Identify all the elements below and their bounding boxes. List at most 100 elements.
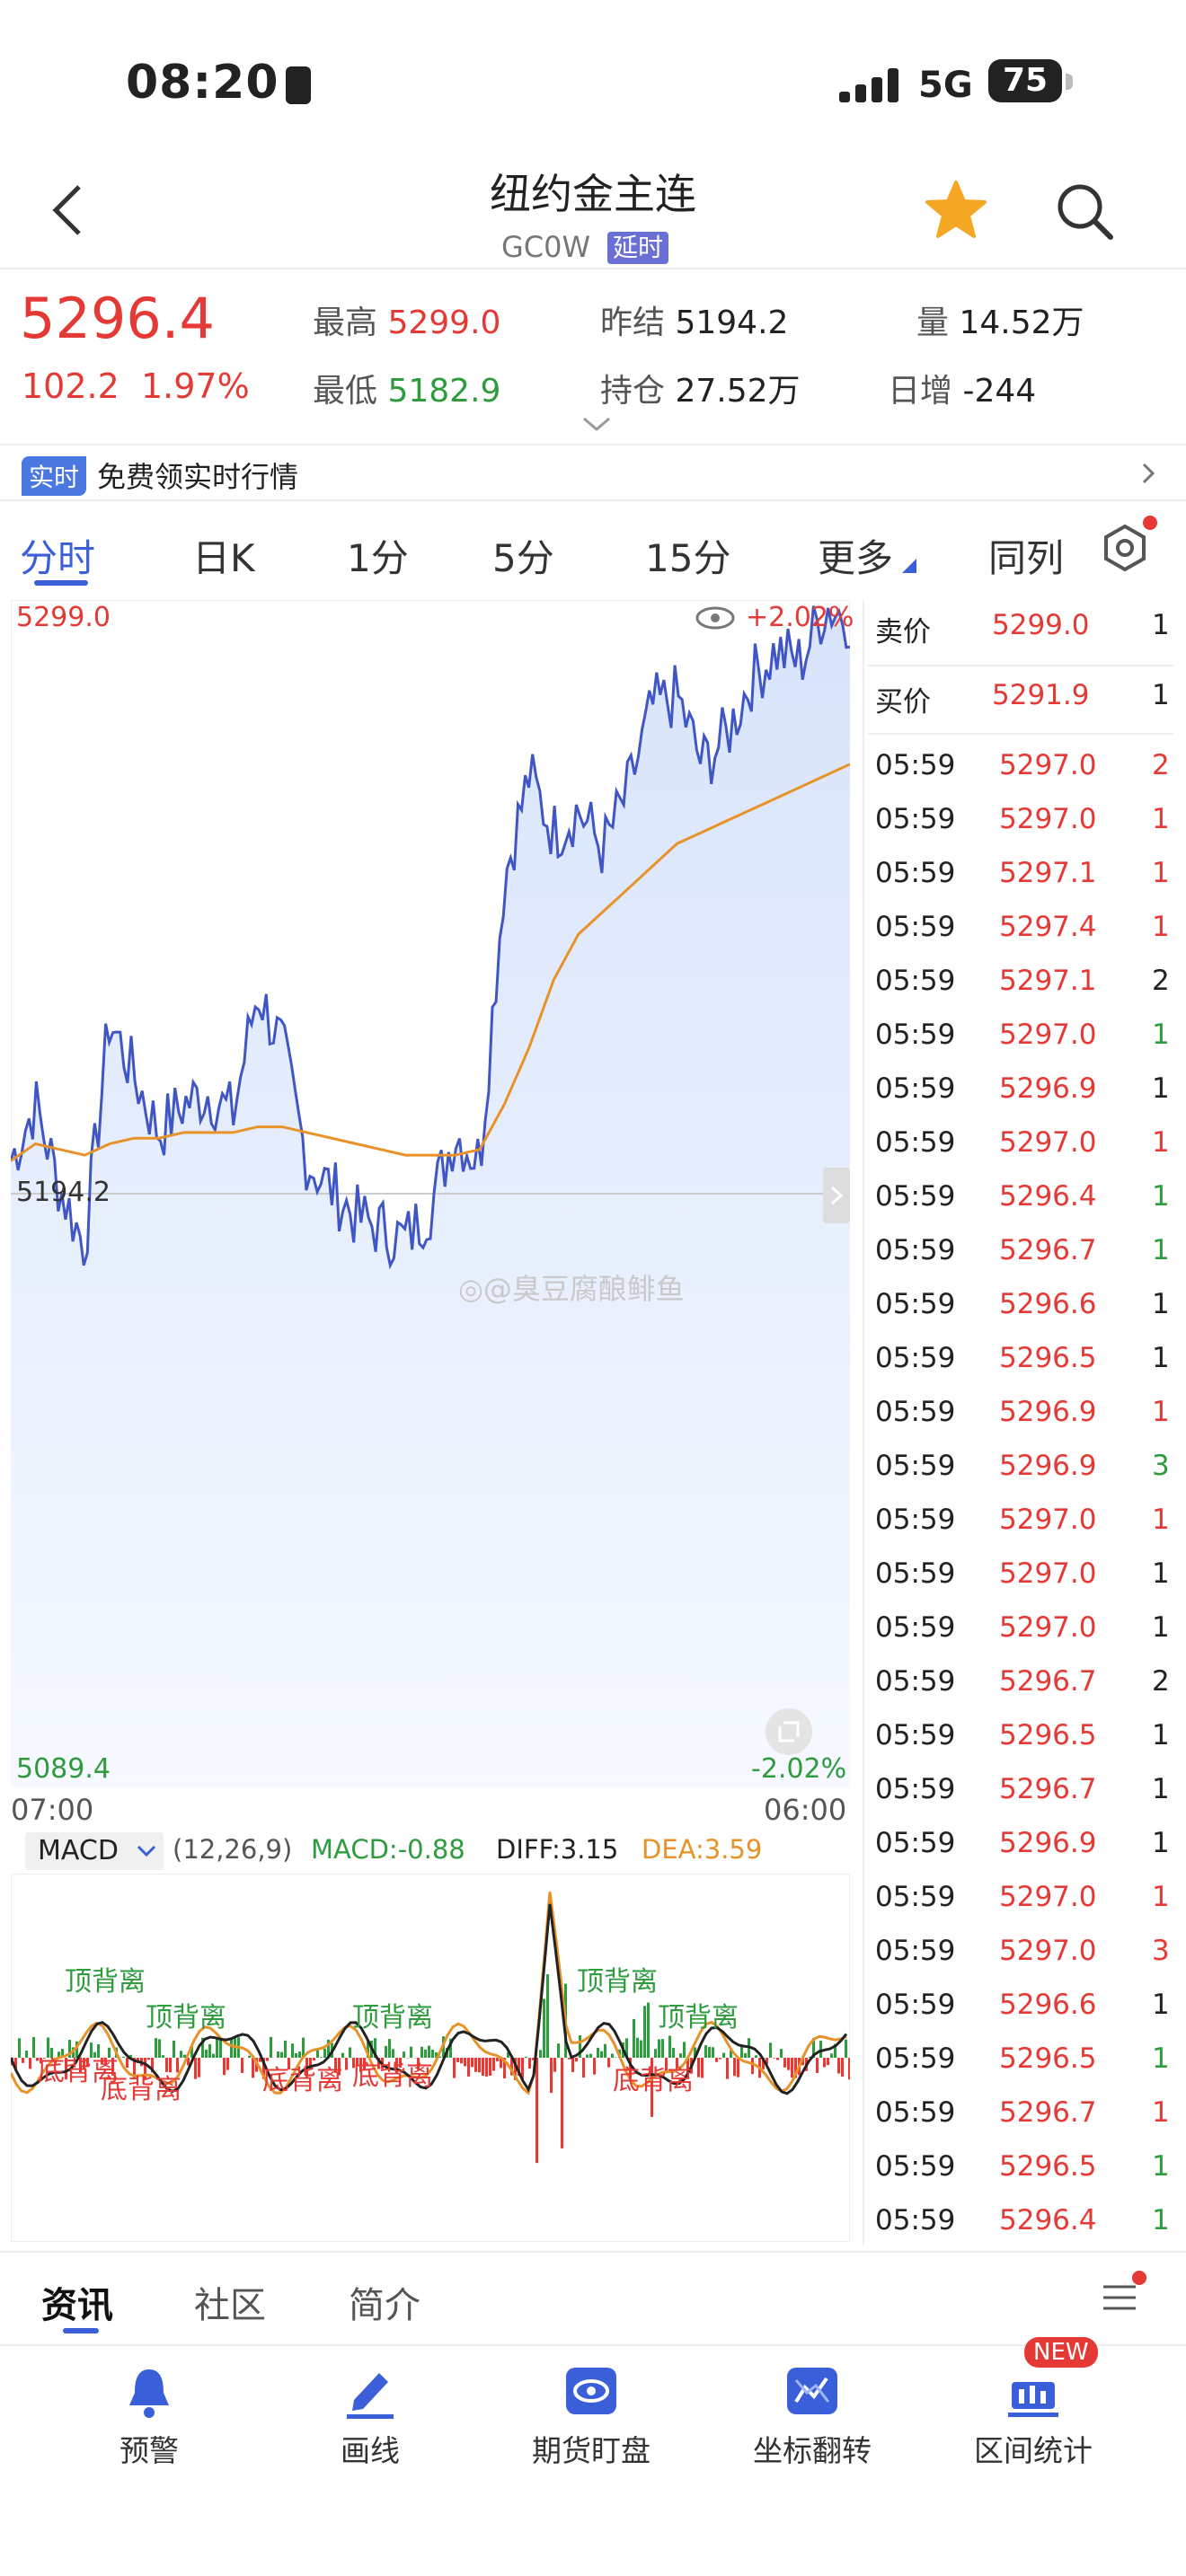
tick-qty: 1 <box>1152 1019 1170 1051</box>
tick-row: 05:59 5297.0 1 <box>873 803 1179 857</box>
macd-selector[interactable]: MACD <box>25 1832 164 1870</box>
search-button[interactable] <box>1053 180 1116 243</box>
tab-more[interactable]: 更多 <box>818 528 893 583</box>
macd-bar <box>460 2058 463 2064</box>
macd-bar <box>701 2058 704 2078</box>
tab-15min[interactable]: 15分 <box>645 528 730 583</box>
fullscreen-button[interactable] <box>766 1708 812 1755</box>
expand-chart-button[interactable] <box>823 1168 850 1223</box>
macd-bar <box>230 2038 233 2058</box>
tick-time: 05:59 <box>875 1935 956 1967</box>
tab-intraday[interactable]: 分时 <box>20 528 95 583</box>
tab-1min[interactable]: 1分 <box>347 528 409 583</box>
divergence-label: 顶背离 <box>658 2002 739 2033</box>
macd-bar <box>277 2051 279 2058</box>
macd-bar <box>482 2058 484 2077</box>
dropdown-triangle-icon <box>902 559 916 573</box>
tab-community[interactable]: 社区 <box>194 2276 266 2328</box>
nav-draw[interactable]: 画线 <box>280 2373 460 2470</box>
nav-flip[interactable]: 坐标翻转 <box>722 2368 902 2470</box>
macd-bar <box>313 2058 315 2061</box>
macd-bar <box>589 2053 592 2058</box>
macd-bar <box>320 2057 323 2058</box>
chart-bottom-pct: -2.02% <box>751 1753 847 1785</box>
time-end: 06:00 <box>764 1793 847 1827</box>
macd-bar <box>122 2056 125 2058</box>
intraday-chart[interactable] <box>11 600 850 1787</box>
macd-bar <box>823 2058 826 2068</box>
settings-button[interactable] <box>1098 516 1157 575</box>
macd-bar <box>543 1998 545 2058</box>
tick-qty: 1 <box>1152 1180 1170 1213</box>
banner-text: 免费领实时行情 <box>97 460 299 494</box>
macd-bar <box>661 2039 664 2058</box>
macd-bar <box>654 2049 657 2058</box>
tab-news[interactable]: 资讯 <box>41 2276 113 2328</box>
tick-price: 5297.0 <box>999 1881 1097 1913</box>
tab-active-indicator <box>34 580 88 586</box>
tick-time: 05:59 <box>875 1342 956 1374</box>
nav-watch[interactable]: 期货盯盘 <box>501 2368 681 2470</box>
expand-chevron-icon[interactable] <box>580 415 613 437</box>
tick-time: 05:59 <box>875 1180 956 1213</box>
prev-settle-stat: 昨结 5194.2 <box>600 304 789 341</box>
tick-row: 05:59 5296.5 1 <box>873 1719 1179 1773</box>
tick-qty: 2 <box>1152 1665 1170 1698</box>
macd-bar <box>25 2051 28 2058</box>
tick-row: 05:59 5297.1 1 <box>873 857 1179 911</box>
macd-bar <box>341 2052 344 2058</box>
macd-bar <box>525 2056 527 2058</box>
macd-bar <box>22 2058 24 2063</box>
macd-bar <box>388 2039 391 2058</box>
tab-compare[interactable]: 同列 <box>988 528 1064 583</box>
tick-qty: 1 <box>1152 1719 1170 1751</box>
nav-alert[interactable]: 预警 <box>59 2369 239 2470</box>
macd-bar <box>349 2047 351 2058</box>
tick-qty: 1 <box>1152 1773 1170 1805</box>
search-icon <box>1058 184 1113 240</box>
tick-qty: 1 <box>1152 1881 1170 1913</box>
nav-range-stats-label: 区间统计 <box>974 2433 1093 2468</box>
realtime-banner[interactable]: 实时 免费领实时行情 <box>0 449 1186 498</box>
tick-price: 5297.1 <box>999 965 1097 997</box>
macd-bar <box>830 2053 833 2058</box>
macd-chart[interactable]: 顶背离顶背离 顶背离顶背离顶背离底背离底背离 底背离 底背离 底背离 <box>11 1874 850 2242</box>
eye-toggle[interactable] <box>695 605 735 634</box>
volume-stat: 量 14.52万 <box>916 304 1084 341</box>
macd-bar <box>755 2055 757 2058</box>
macd-bar <box>176 2058 179 2073</box>
tick-row: 05:59 5296.4 1 <box>873 1180 1179 1234</box>
tick-row: 05:59 5297.0 1 <box>873 1611 1179 1665</box>
macd-bar <box>464 2058 466 2067</box>
tab-5min[interactable]: 5分 <box>492 528 554 583</box>
banner-divider <box>0 499 1186 501</box>
macd-bar <box>679 2053 682 2058</box>
macd-bar <box>162 2055 164 2058</box>
battery-tip <box>1066 74 1073 90</box>
macd-bar <box>173 2040 175 2058</box>
settings-hex-icon <box>1104 524 1146 572</box>
tick-time: 05:59 <box>875 1773 956 1805</box>
tick-qty: 1 <box>1152 2042 1170 2075</box>
macd-bar <box>593 2058 596 2075</box>
tick-qty: 1 <box>1152 1342 1170 1374</box>
tick-time: 05:59 <box>875 1126 956 1159</box>
list-menu-button[interactable] <box>1102 2271 1146 2314</box>
nav-range-stats[interactable]: NEW 区间统计 <box>943 2337 1123 2470</box>
bottom-tabs-divider <box>0 2251 1186 2253</box>
macd-bar <box>539 2050 542 2058</box>
tab-daily-k[interactable]: 日K <box>192 528 255 583</box>
chart-bottom-price: 5089.4 <box>16 1753 111 1785</box>
favorite-button[interactable] <box>925 180 987 239</box>
macd-bar <box>169 2058 172 2073</box>
macd-bar <box>740 2046 743 2058</box>
tick-qty: 1 <box>1152 803 1170 835</box>
tick-row: 05:59 5297.0 2 <box>873 749 1179 803</box>
tick-row: 05:59 5296.9 3 <box>873 1450 1179 1504</box>
tick-price: 5297.0 <box>999 1504 1097 1536</box>
macd-bar <box>633 2018 635 2058</box>
tick-time: 05:59 <box>875 1557 956 1590</box>
tick-price: 5297.0 <box>999 1019 1097 1051</box>
macd-bar <box>158 2039 161 2058</box>
tab-profile[interactable]: 简介 <box>349 2276 420 2328</box>
